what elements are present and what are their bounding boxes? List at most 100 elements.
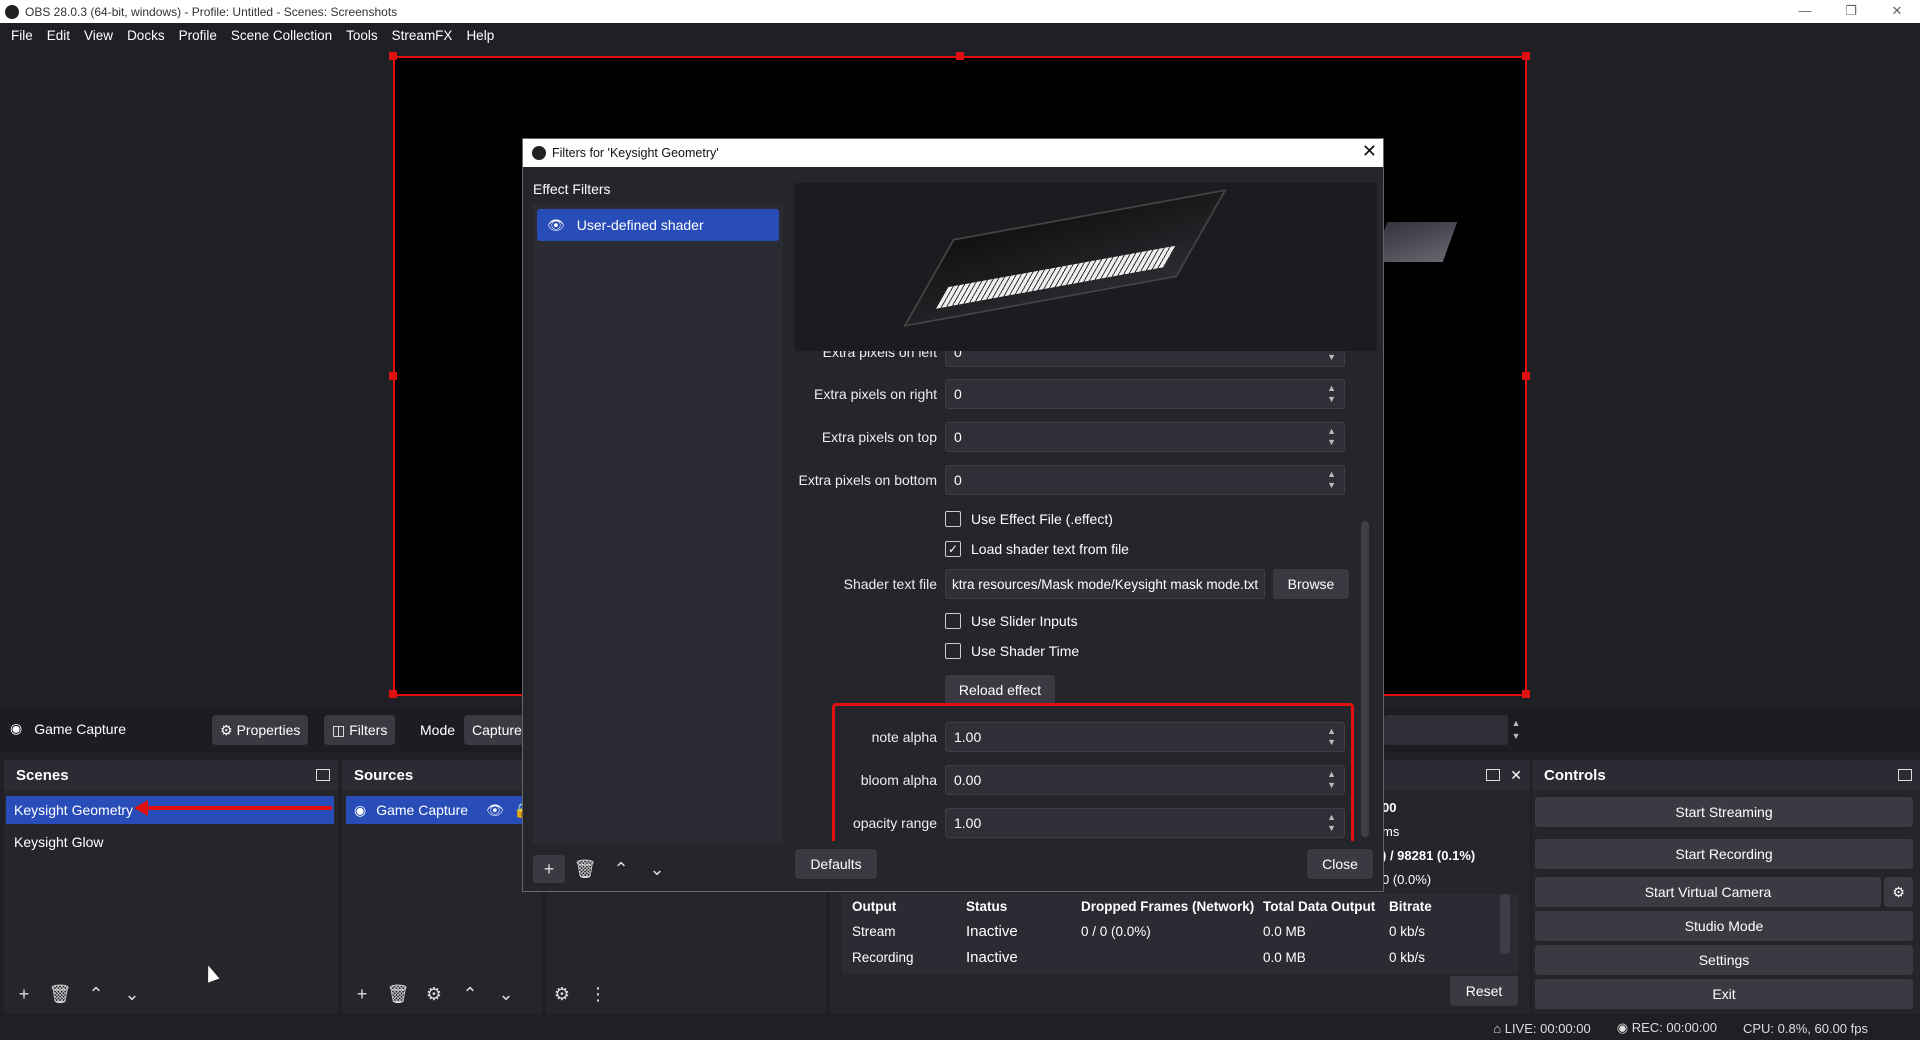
use-slider-inputs-checkbox[interactable]: Use Slider Inputs [945,613,1078,629]
close-button[interactable]: Close [1307,849,1373,879]
resize-handle[interactable] [956,52,964,60]
selected-source-name: Game Capture [34,720,127,737]
remove-filter-icon[interactable]: 🗑 [569,855,601,883]
source-properties-gear-icon[interactable]: ⚙ [418,980,450,1008]
filters-button[interactable]: ◫ Filters [324,715,396,745]
visibility-eye-icon[interactable]: 👁 [547,217,565,234]
use-effect-file-checkbox[interactable]: Use Effect File (.effect) [945,511,1113,527]
menu-profile[interactable]: Profile [172,28,224,43]
note-alpha-input[interactable]: 1.00 ▲ ▼ [945,722,1345,752]
close-dock-icon[interactable]: ✕ [1510,767,1522,784]
resize-handle[interactable] [389,372,397,380]
minimize-icon[interactable]: — [1782,0,1828,23]
menu-edit[interactable]: Edit [40,28,77,43]
resize-handle[interactable] [1522,690,1530,698]
add-filter-icon[interactable]: + [533,855,565,883]
opacity-range-input[interactable]: 1.00 ▲ ▼ [945,808,1345,838]
resize-handle[interactable] [1522,52,1530,60]
gear-icon: ⚙ [220,721,233,738]
move-filter-up-icon[interactable]: ⌃ [605,855,637,883]
menu-tools[interactable]: Tools [339,28,385,43]
undock-icon[interactable] [316,769,330,781]
start-streaming-button[interactable]: Start Streaming [1535,797,1913,827]
menu-view[interactable]: View [77,28,120,43]
add-source-icon[interactable]: + [346,980,378,1008]
undock-icon[interactable] [1898,769,1912,781]
annotation-arrow [146,806,332,810]
menu-bar: File Edit View Docks Profile Scene Colle… [0,23,1920,47]
field-spin-arrows[interactable]: ▲ ▼ [1508,715,1524,745]
visibility-eye-icon[interactable]: 👁 [486,802,504,819]
menu-file[interactable]: File [4,28,40,43]
checkbox-unchecked-icon[interactable] [945,613,961,629]
add-scene-icon[interactable]: + [8,980,40,1008]
advanced-audio-gear-icon[interactable]: ⚙ [546,980,578,1008]
menu-scene-collection[interactable]: Scene Collection [224,28,339,43]
menu-docks[interactable]: Docks [120,28,172,43]
remove-scene-icon[interactable]: 🗑 [44,980,76,1008]
checkbox-checked-icon[interactable]: ✓ [945,541,961,557]
effect-filters-label: Effect Filters [533,181,611,197]
properties-button[interactable]: ⚙ Properties [212,715,309,745]
extra-pixels-bottom-label: Extra pixels on bottom [798,472,937,488]
extra-pixels-left-input[interactable]: 0▲▼ [945,351,1345,367]
move-down-icon[interactable]: ⌄ [116,980,148,1008]
start-virtual-camera-button[interactable]: Start Virtual Camera [1535,877,1881,907]
checkbox-unchecked-icon[interactable] [945,643,961,659]
live-status: ⌂ LIVE: 00:00:00 [1493,1020,1591,1036]
close-icon[interactable]: ✕ [1362,141,1377,162]
stats-scrollbar[interactable] [1500,894,1510,954]
start-recording-button[interactable]: Start Recording [1535,839,1913,869]
resize-handle[interactable] [389,690,397,698]
filter-item-user-defined-shader[interactable]: 👁 User-defined shader [537,209,779,241]
output-stats-table: Output Status Dropped Frames (Network) T… [842,894,1518,974]
extra-pixels-top-input[interactable]: 0 ▲ ▼ [945,422,1345,452]
filter-preview [795,183,1377,351]
resize-handle[interactable] [389,52,397,60]
properties-scrollbar[interactable] [1361,521,1369,837]
note-alpha-label: note alpha [871,729,937,745]
table-row: Stream Inactive 0 / 0 (0.0%) 0.0 MB 0 kb… [852,922,1426,940]
controls-title: Controls [1544,766,1606,784]
extra-pixels-right-input[interactable]: 0 ▲ ▼ [945,379,1345,409]
checkbox-unchecked-icon[interactable] [945,511,961,527]
virtual-camera-gear-icon[interactable]: ⚙ [1884,877,1913,907]
menu-streamfx[interactable]: StreamFX [385,28,460,43]
bloom-alpha-input[interactable]: 0.00 ▲ ▼ [945,765,1345,795]
extra-pixels-bottom-input[interactable]: 0 ▲ ▼ [945,465,1345,495]
settings-button[interactable]: Settings [1535,945,1913,975]
close-icon[interactable]: ✕ [1874,0,1920,23]
studio-mode-button[interactable]: Studio Mode [1535,911,1913,941]
bloom-alpha-label: bloom alpha [860,772,937,788]
mode-select[interactable]: Capture [464,715,524,745]
rec-status: ◉ REC: 00:00:00 [1616,1020,1717,1035]
filters-dialog: Filters for 'Keysight Geometry' ✕ Effect… [522,138,1384,892]
move-filter-down-icon[interactable]: ⌄ [641,855,673,883]
resize-handle[interactable] [1522,372,1530,380]
undock-icon[interactable] [1486,769,1501,781]
load-shader-text-checkbox[interactable]: ✓ Load shader text from file [945,541,1129,557]
scene-item-keysight-geometry[interactable]: Keysight Geometry [6,796,334,824]
move-up-icon[interactable]: ⌃ [80,980,112,1008]
opacity-range-label: opacity range [852,815,937,831]
window-title: OBS 28.0.3 (64-bit, windows) - Profile: … [25,4,398,19]
reset-button[interactable]: Reset [1450,976,1518,1006]
mixer-menu-dots-icon[interactable]: ⋮ [582,980,614,1008]
reload-effect-button[interactable]: Reload effect [945,675,1055,705]
exit-button[interactable]: Exit [1535,979,1913,1009]
menu-help[interactable]: Help [459,28,501,43]
shader-text-file-input[interactable]: ktra resources/Mask mode/Keysight mask m… [945,569,1265,599]
filter-properties-area: Extra pixels on left 0▲▼ Extra pixels on… [795,351,1385,841]
remove-source-icon[interactable]: 🗑 [382,980,414,1008]
source-item-game-capture[interactable]: ◉ Game Capture 👁 🔒 [346,796,542,824]
restore-icon[interactable]: ❐ [1828,0,1874,23]
scene-item-keysight-glow[interactable]: Keysight Glow [6,828,334,856]
source-toolbar-field[interactable] [1384,715,1508,745]
defaults-button[interactable]: Defaults [795,849,877,879]
effect-filter-list: 👁 User-defined shader [533,203,783,843]
move-down-icon[interactable]: ⌄ [490,980,522,1008]
move-up-icon[interactable]: ⌃ [454,980,486,1008]
use-shader-time-checkbox[interactable]: Use Shader Time [945,643,1079,659]
browse-button[interactable]: Browse [1273,569,1349,599]
gamepad-icon: ◉ [354,801,367,818]
